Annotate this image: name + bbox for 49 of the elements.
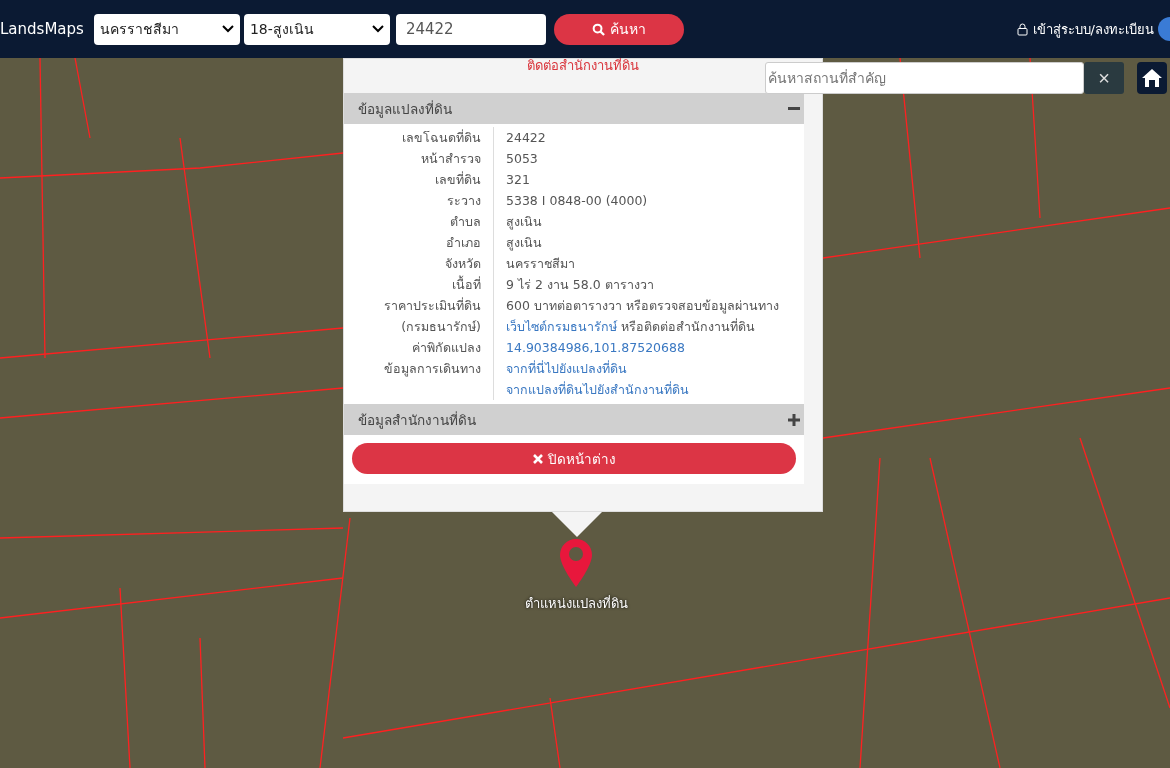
marker-label: ตำแหน่งแปลงที่ดิน — [523, 594, 629, 613]
field-label: หน้าสำรวจ — [344, 148, 494, 169]
field-label: ข้อมูลการเดินทาง — [344, 358, 494, 400]
chevron-icon — [221, 25, 234, 33]
parcel-number-field[interactable]: 24422 — [395, 13, 546, 45]
link[interactable]: 14.90384986,101.87520688 — [506, 337, 804, 358]
house-icon — [1141, 67, 1163, 89]
field-value: 600 บาทต่อตารางวา หรือตรวจสอบข้อมูลผ่านทาง — [506, 297, 780, 316]
clear-button[interactable]: × — [1084, 62, 1124, 94]
field-label: เลขที่ดิน — [344, 169, 494, 190]
field-value: สูงเนิน — [506, 213, 543, 232]
chevron-icon — [371, 25, 384, 33]
field-label: ค่าพิกัดแปลง — [344, 337, 494, 358]
place-search-field[interactable]: ค้นหาสถานที่สำคัญ — [765, 62, 1084, 94]
field-value: เว็บไซต์กรมธนารักษ์ หรือติดต่อสำนักงานที่ดิน — [506, 317, 756, 336]
district-select[interactable]: 18-สูงเนิน — [243, 13, 390, 45]
field-value: 321 — [506, 171, 531, 189]
close-icon — [532, 453, 543, 464]
link[interactable]: จากที่นี่ไปยังแปลงที่ดิน — [506, 358, 804, 379]
field-value: 9 ไร่ 2 งาน 58.0 ตารางวา — [506, 276, 655, 294]
field-label: ราคาประเมินที่ดิน — [344, 295, 494, 316]
field-value: 24422 — [506, 129, 547, 147]
section-header[interactable]: ข้อมูลสำนักงานที่ดิน — [344, 404, 804, 435]
avatar[interactable] — [1158, 17, 1170, 41]
field-label: ระวาง — [344, 190, 494, 211]
field-value: 5338 I 0848-00 (4000) — [506, 192, 649, 210]
link[interactable]: จากแปลงที่ดินไปยังสำนักงานที่ดิน — [506, 379, 804, 400]
minus-icon — [788, 106, 800, 111]
field-value: นครราชสีมา — [506, 255, 576, 273]
lock-icon — [1016, 22, 1028, 36]
field-label: (กรมธนารักษ์) — [344, 316, 494, 337]
search-icon — [591, 22, 605, 36]
field-label: ตำบล — [344, 211, 494, 232]
logo: LandsMaps — [0, 20, 84, 38]
field-label: อำเภอ — [344, 232, 494, 253]
field-value: 5053 — [506, 150, 539, 168]
close-button[interactable]: ปิดหน้าต่าง — [352, 443, 796, 474]
search-button[interactable]: ค้นหา — [553, 13, 684, 45]
field-label: จังหวัด — [344, 253, 494, 274]
field-label: เนื้อที่ — [344, 274, 494, 295]
login-link[interactable]: เข้าสู่ระบบ/ลงทะเบียน — [1016, 18, 1154, 40]
field-label: เลขโฉนดที่ดิน — [344, 127, 494, 148]
plus-icon — [788, 413, 800, 426]
home-button[interactable] — [1137, 62, 1167, 94]
field-value: สูงเนิน — [506, 234, 543, 253]
link[interactable]: เว็บไซต์กรมธนารักษ์ — [506, 319, 617, 334]
section-header[interactable]: ข้อมูลแปลงที่ดิน — [344, 93, 804, 124]
map-pin-icon — [559, 538, 593, 588]
province-select[interactable]: นครราชสีมา — [93, 13, 240, 45]
